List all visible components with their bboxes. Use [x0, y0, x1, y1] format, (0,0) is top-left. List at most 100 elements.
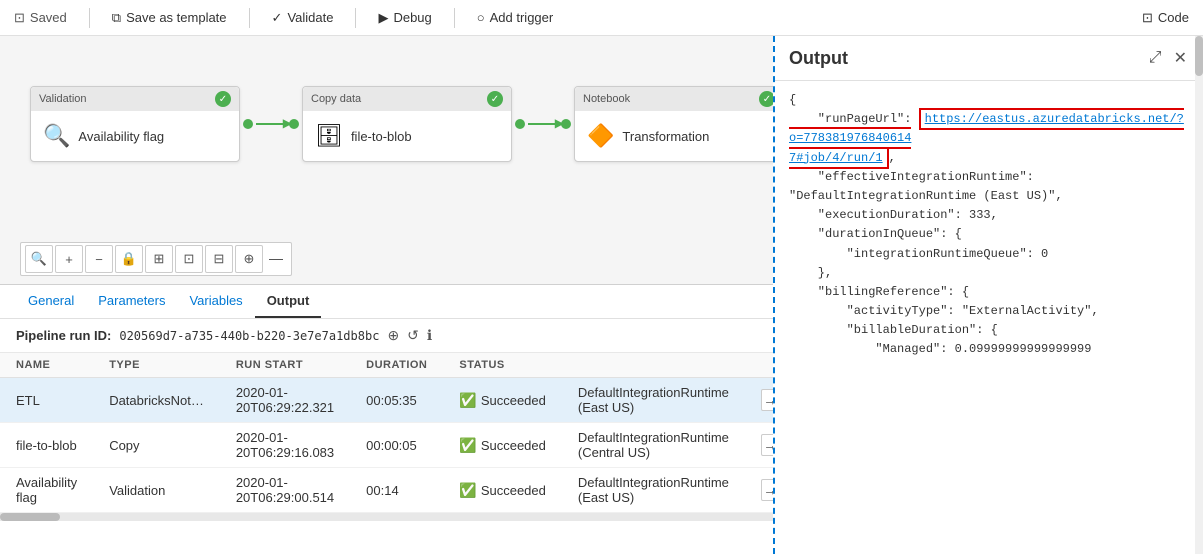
output-panel: Output ⤢ ✕ { "runPageUrl": https://eastu… [773, 36, 1203, 554]
scrollbar-thumb-v [1195, 36, 1203, 76]
json-line-10: "billableDuration": { [789, 321, 1189, 340]
node-label-copy: file-to-blob [351, 129, 412, 144]
json-line-11: "Managed": 0.09999999999999999 [789, 340, 1189, 359]
minus-tool[interactable]: − [85, 245, 113, 273]
close-icon[interactable]: ✕ [1172, 46, 1189, 70]
status-succeeded-2: ✅ Succeeded [459, 437, 546, 454]
input-action-icon[interactable]: →| [761, 389, 773, 411]
refresh-icon[interactable]: ↺ [407, 327, 419, 344]
pipeline-node-validation[interactable]: Validation ✓ 🔍 Availability flag [30, 86, 240, 162]
action-icons-2: →| |→ ∞ [761, 434, 773, 456]
tab-parameters[interactable]: Parameters [86, 285, 177, 318]
row-run-start: 2020-01-20T06:29:16.083 [220, 423, 350, 468]
run-info: Pipeline run ID: 020569d7-a735-440b-b220… [0, 319, 773, 353]
tabs: General Parameters Variables Output [0, 285, 773, 319]
action-icons-3: →| |→ [761, 479, 773, 501]
copy-id-icon[interactable]: ⊕ [387, 327, 399, 344]
row-duration-3: 00:14 [350, 468, 443, 513]
node-type-validation: Validation [39, 93, 87, 105]
fit-tool[interactable]: ⊞ [145, 245, 173, 273]
row-run-start-3: 2020-01-20T06:29:00.514 [220, 468, 350, 513]
node-status-notebook: ✓ [759, 91, 773, 107]
json-line-7: }, [789, 264, 1189, 283]
status-succeeded-3: ✅ Succeeded [459, 482, 546, 499]
col-duration: DURATION [350, 353, 443, 378]
row-type-3: Validation [93, 468, 220, 513]
debug-button[interactable]: ▶ Debug [372, 6, 437, 30]
output-title: Output [789, 48, 848, 69]
row-integration-3: DefaultIntegrationRuntime (East US) [562, 468, 745, 513]
input-action-icon-3[interactable]: →| [761, 479, 773, 501]
node-label-validation: Availability flag [78, 129, 164, 144]
validate-icon: ✓ [272, 10, 283, 26]
row-duration: 00:00:05 [350, 423, 443, 468]
horizontal-scrollbar[interactable] [0, 513, 773, 521]
branch-tool[interactable]: ⊕ [235, 245, 263, 273]
status-check-icon-2: ✅ [459, 437, 476, 454]
tab-general[interactable]: General [16, 285, 86, 318]
info-icon[interactable]: ℹ [427, 327, 432, 344]
add-trigger-label: Add trigger [490, 10, 554, 25]
connector-line-2 [528, 123, 558, 125]
runs-table-container[interactable]: NAME TYPE RUN START DURATION STATUS ETL [0, 353, 773, 513]
expand-icon[interactable]: ⤢ [1147, 47, 1164, 69]
validate-label: Validate [287, 10, 333, 25]
pipeline-node-notebook[interactable]: Notebook ✓ 🔶 Transformation [574, 86, 773, 162]
connector-dot-3 [515, 119, 525, 129]
node-status-copy: ✓ [487, 91, 503, 107]
run-page-url-link[interactable]: https://eastus.azuredatabricks.net/?o=77… [789, 112, 1184, 164]
node-body-copy: 🗄 file-to-blob [303, 111, 511, 161]
status-succeeded: ✅ Succeeded [459, 392, 546, 409]
tab-output[interactable]: Output [255, 285, 322, 318]
tool-separator [269, 259, 283, 260]
vertical-scrollbar[interactable] [1195, 36, 1203, 554]
code-icon: ⊡ [1142, 10, 1153, 26]
toolbar-divider-4 [454, 8, 455, 28]
node-header-copy: Copy data ✓ [303, 87, 511, 111]
row-actions-2: →| |→ ∞ [745, 423, 773, 468]
select-tool[interactable]: ⊡ [175, 245, 203, 273]
col-run-start: RUN START [220, 353, 350, 378]
node-header-validation: Validation ✓ [31, 87, 239, 111]
add-trigger-button[interactable]: ○ Add trigger [471, 6, 559, 29]
json-line-2: "runPageUrl": https://eastus.azuredatabr… [789, 110, 1189, 168]
pipeline-node-copy[interactable]: Copy data ✓ 🗄 file-to-blob [302, 86, 512, 162]
row-status: ✅ Succeeded [443, 423, 562, 468]
connector-line-1 [256, 123, 286, 125]
debug-icon: ▶ [378, 10, 388, 26]
row-type: DatabricksNot… [93, 378, 220, 423]
run-id-label: Pipeline run ID: [16, 328, 111, 343]
col-type: TYPE [93, 353, 220, 378]
input-action-icon-2[interactable]: →| [761, 434, 773, 456]
output-content[interactable]: { "runPageUrl": https://eastus.azuredata… [775, 81, 1203, 554]
status-check-icon: ✅ [459, 392, 476, 409]
status-text: Succeeded [481, 393, 546, 408]
row-name-3: Availability flag [0, 468, 93, 513]
col-name: NAME [0, 353, 93, 378]
validation-icon: 🔍 [43, 123, 70, 149]
col-integration [562, 353, 745, 378]
table-row[interactable]: ETL DatabricksNot… 2020-01-20T06:29:22.3… [0, 378, 773, 423]
tab-variables[interactable]: Variables [177, 285, 254, 318]
bottom-panel: General Parameters Variables Output Pipe… [0, 284, 773, 554]
status-text-3: Succeeded [481, 483, 546, 498]
url-box[interactable]: https://eastus.azuredatabricks.net/?o=77… [789, 108, 1184, 168]
arrange-tool[interactable]: ⊟ [205, 245, 233, 273]
table-row[interactable]: file-to-blob Copy 2020-01-20T06:29:16.08… [0, 423, 773, 468]
canvas-toolbar: 🔍 + − 🔒 ⊞ ⊡ ⊟ ⊕ [20, 242, 292, 276]
save-template-button[interactable]: ⧉ Save as template [106, 6, 233, 30]
code-label: Code [1158, 10, 1189, 25]
search-tool[interactable]: 🔍 [25, 245, 53, 273]
code-button[interactable]: ⊡ Code [1136, 6, 1195, 30]
json-line-9: "activityType": "ExternalActivity", [789, 302, 1189, 321]
node-type-copy: Copy data [311, 93, 361, 105]
connector-1 [240, 119, 302, 129]
row-name: file-to-blob [0, 423, 93, 468]
table-row[interactable]: Availability flag Validation 2020-01-20T… [0, 468, 773, 513]
canvas-area[interactable]: Validation ✓ 🔍 Availability flag Copy da… [0, 36, 773, 554]
lock-tool[interactable]: 🔒 [115, 245, 143, 273]
add-tool[interactable]: + [55, 245, 83, 273]
main-area: Validation ✓ 🔍 Availability flag Copy da… [0, 36, 1203, 554]
validate-button[interactable]: ✓ Validate [266, 6, 340, 30]
save-template-icon: ⧉ [112, 10, 121, 26]
